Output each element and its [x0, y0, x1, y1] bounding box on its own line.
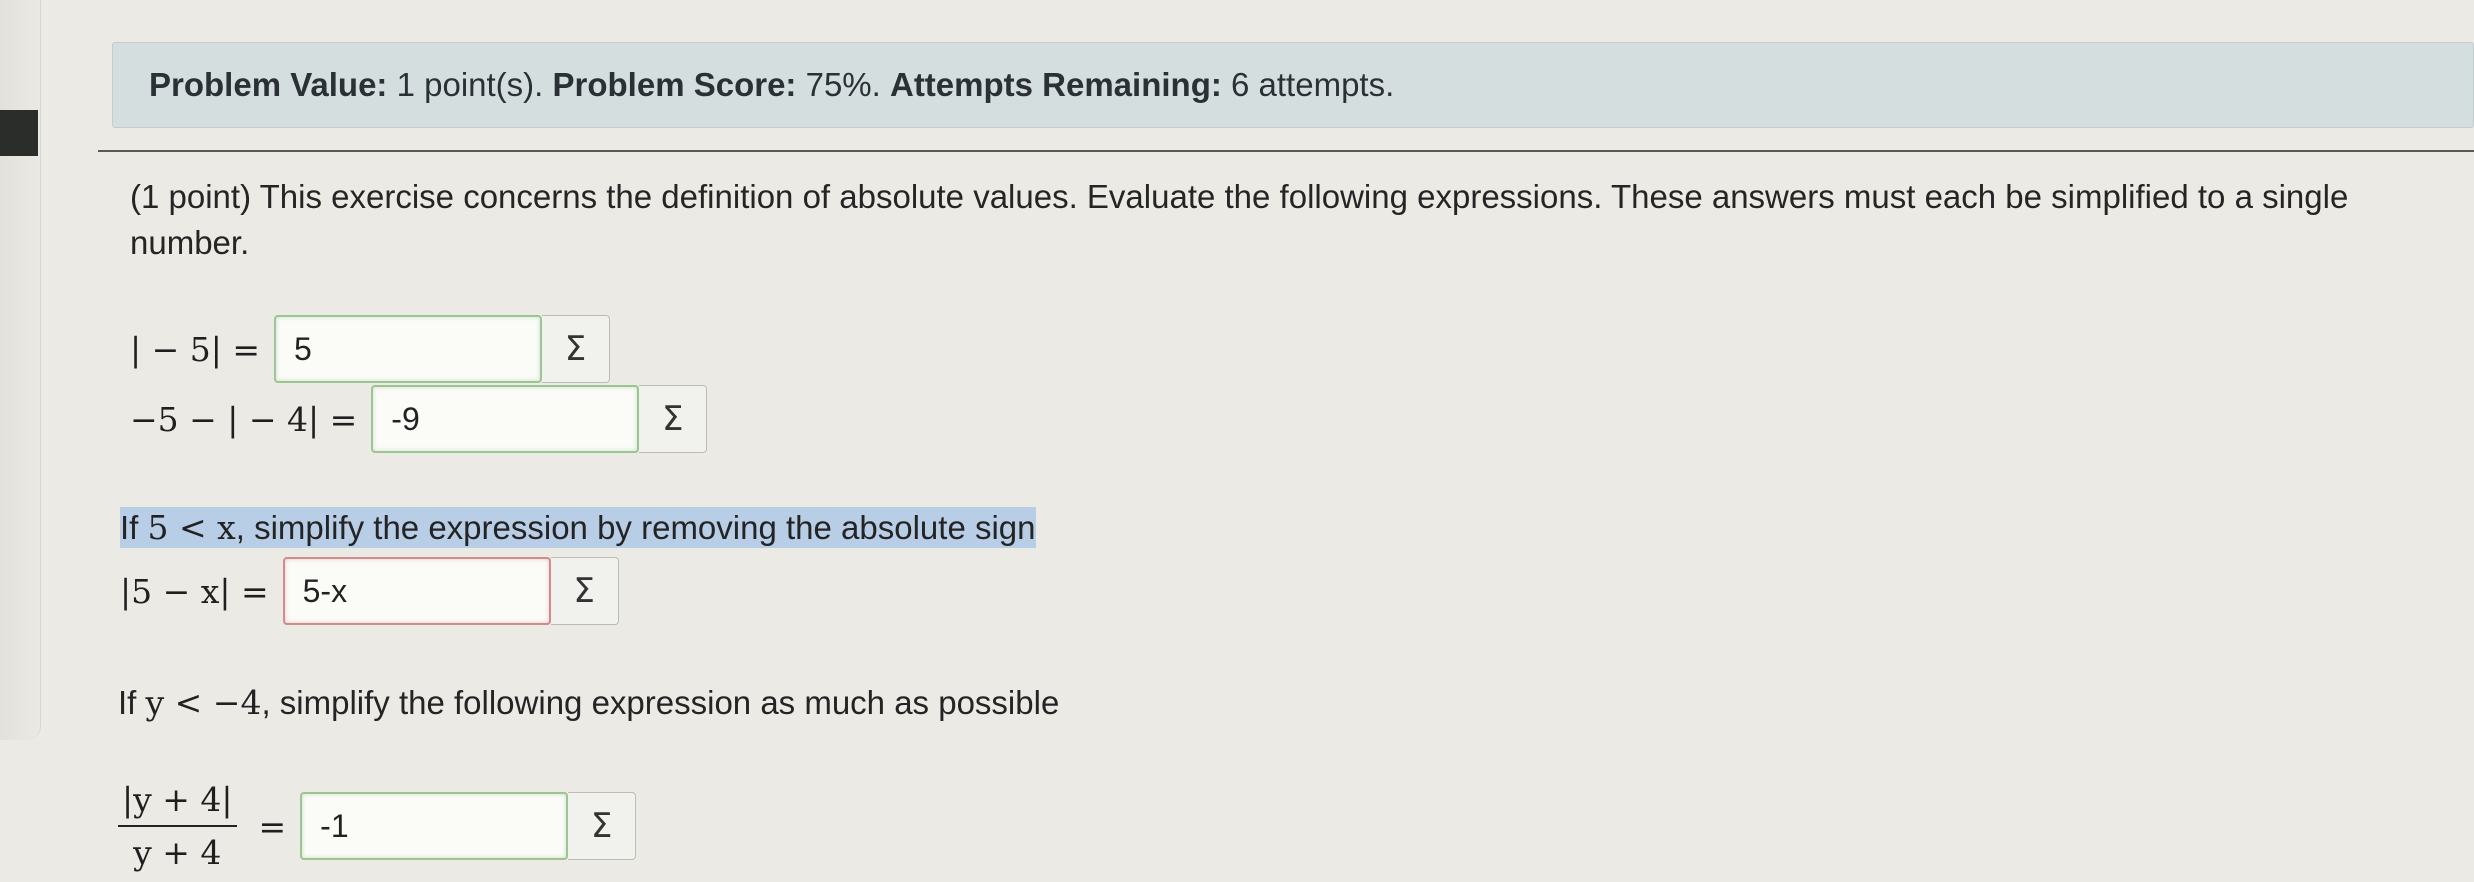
condition-5-lt-x: 5 < x: [147, 508, 236, 547]
equals-sign: =: [258, 806, 287, 846]
answer-3-input[interactable]: 5-x: [282, 557, 551, 625]
section-3-instruction: If y < −4, simplify the following expres…: [118, 683, 1060, 722]
sigma-icon: Σ: [662, 399, 684, 439]
sigma-icon: Σ: [573, 571, 595, 611]
question-3-expression: |5 − x| =: [120, 571, 269, 611]
question-4-fraction: |y + 4| y + 4: [118, 780, 237, 872]
sigma-icon: Σ: [590, 806, 613, 846]
problem-score: 75%.: [805, 66, 881, 103]
answer-4-input[interactable]: -1: [300, 792, 569, 860]
question-4-row: |y + 4| y + 4 = -1 Σ: [118, 780, 637, 872]
problem-info-bar: Problem Value: 1 point(s). Problem Score…: [112, 42, 2474, 128]
problem-intro: (1 point) This exercise concerns the def…: [130, 178, 2349, 261]
question-1-row: | − 5| = 5 Σ: [130, 315, 611, 383]
attempts-remaining-label: Attempts Remaining:: [889, 66, 1222, 103]
sigma-icon: Σ: [564, 329, 587, 369]
selected-text: If 5 < x, simplify the expression by rem…: [120, 507, 1036, 548]
section-2-instruction: If 5 < x, simplify the expression by rem…: [120, 507, 1036, 548]
divider: [98, 150, 2474, 152]
equation-editor-3-button[interactable]: Σ: [550, 557, 619, 625]
question-1-expression: | − 5| =: [130, 329, 261, 369]
fraction-numerator: |y + 4|: [118, 780, 237, 827]
problem-value: 1 point(s).: [396, 66, 544, 103]
attempts-remaining: 6 attempts.: [1231, 66, 1395, 103]
question-2-expression: −5 − | − 4| =: [130, 399, 358, 439]
equation-editor-2-button[interactable]: Σ: [639, 385, 708, 453]
problem-value-label: Problem Value:: [149, 66, 388, 103]
question-3-row: |5 − x| = 5-x Σ: [120, 557, 619, 625]
equation-editor-1-button[interactable]: Σ: [542, 315, 611, 383]
sidebar-toggle-tab[interactable]: [0, 110, 38, 156]
question-2-row: −5 − | − 4| = -9 Σ: [130, 385, 708, 453]
fraction-denominator: y + 4: [133, 833, 222, 872]
condition-y-lt-neg4: y < −4: [145, 683, 262, 722]
equation-editor-4-button[interactable]: Σ: [568, 792, 637, 860]
answer-1-input[interactable]: 5: [274, 315, 543, 383]
answer-2-input[interactable]: -9: [371, 385, 640, 453]
problem-score-label: Problem Score:: [552, 66, 797, 103]
